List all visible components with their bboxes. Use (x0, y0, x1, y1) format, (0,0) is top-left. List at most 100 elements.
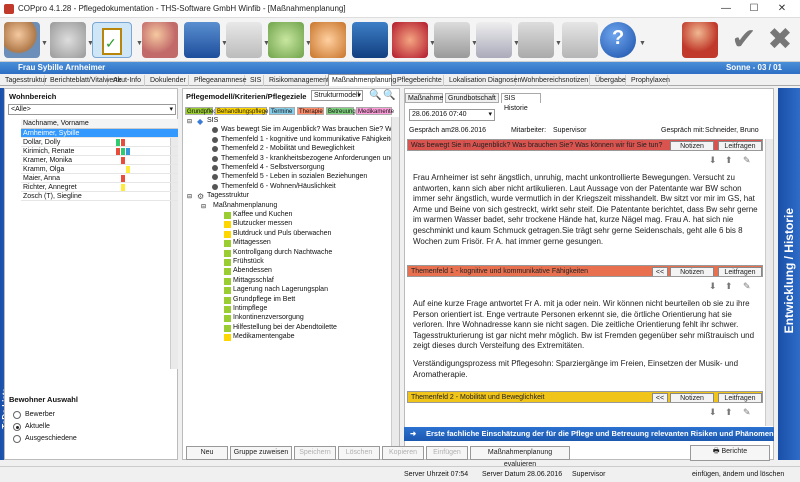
reports-button[interactable]: 🖶 Berichte (690, 445, 770, 461)
radio-bewerber[interactable] (13, 411, 21, 419)
resident-row[interactable]: Maier, Anna (21, 174, 178, 183)
tab-tagesstruktur[interactable]: Tagesstruktur (2, 75, 47, 86)
mail-icon[interactable] (562, 22, 598, 58)
tree-node-measure[interactable]: Frühstück (224, 258, 264, 266)
assign-group-button[interactable]: Gruppe zuweisen (230, 446, 292, 460)
radio-aktuelle[interactable] (13, 423, 21, 431)
food-icon[interactable] (310, 22, 346, 58)
tab-pflegeberichte[interactable]: Pflegeberichte (394, 75, 444, 86)
previous-button[interactable]: << (652, 267, 668, 276)
id-card-icon[interactable] (352, 22, 388, 58)
model-select[interactable]: Strukturmodell ▾ (311, 90, 363, 101)
new-button[interactable]: Neu (186, 446, 228, 460)
tab-wohnbereichsnotizen[interactable]: Wohnbereichsnotizen (518, 75, 590, 86)
notes-button[interactable]: Notizen (670, 267, 714, 276)
help-icon[interactable]: ? (600, 22, 636, 58)
detail-tab-2[interactable]: SIS Historie (501, 93, 541, 112)
tree-node-measure[interactable]: Lagerung nach Lagerungsplan (224, 286, 328, 295)
tree-node-measure[interactable]: Hilfestellung bei der Abendtoilette (224, 324, 337, 332)
tree-node-measure[interactable]: Abendessen (224, 267, 272, 276)
detail-tab-0[interactable]: Maßnahme (405, 93, 443, 103)
tree-node-sis-item[interactable]: Themenfeld 1 - kognitive und kommunikati… (212, 136, 391, 143)
column-header[interactable]: Nachname, Vorname (21, 119, 178, 129)
move-down-icon[interactable]: ⬇ (709, 155, 717, 166)
tab-prophylaxen[interactable]: Prophylaxen (628, 75, 670, 86)
hands-icon[interactable] (268, 22, 304, 58)
tree-scrollbar[interactable] (391, 117, 399, 459)
folder-icon[interactable] (518, 22, 554, 58)
resident-row[interactable]: Kramer, Monika (21, 156, 178, 165)
tab-akut-info[interactable]: Akut-Info (110, 75, 145, 86)
detail-tab-1[interactable]: Grundbotschaft (445, 93, 499, 103)
tree-node-measure[interactable]: Mittagessen (224, 239, 271, 248)
tab-risikomanagement[interactable]: Risikomanagement (266, 75, 329, 86)
chevron-down-icon[interactable]: ▼ (639, 40, 647, 47)
maximize-button[interactable]: ☐ (740, 1, 768, 17)
collapse-icon[interactable]: ⊟ (201, 203, 206, 210)
tree-node-measure[interactable]: Blutdruck und Puls überwachen (224, 230, 331, 238)
tab-maßnahmenplanung[interactable]: Maßnahmenplanung (328, 74, 396, 86)
confirm-check-icon[interactable]: ✔ (726, 22, 762, 58)
resident-row[interactable]: Zosch (T), Siegline (21, 192, 178, 201)
edit-icon[interactable]: ✎ (743, 407, 751, 418)
history-strip[interactable]: Entwicklung / Historie (778, 88, 800, 460)
cancel-x-icon[interactable]: ✖ (762, 22, 798, 58)
tab-sis[interactable]: SIS (247, 75, 264, 86)
tree-node-measure[interactable]: Blutzucker messen (224, 220, 292, 229)
resident-row[interactable]: Richter, Annegret (21, 183, 178, 192)
tree-node-measure[interactable]: Mittagsschlaf (224, 277, 274, 285)
tree-node-measure[interactable]: Kontrollgang durch Nachtwache (224, 249, 332, 257)
tree-node-measure[interactable]: Kaffee und Kuchen (224, 211, 292, 219)
tree-node-sis-item[interactable]: Themenfeld 6 - Wohnen/Häuslichkeit (212, 183, 336, 190)
minimize-button[interactable]: — (712, 1, 740, 17)
risk-assessment-bar[interactable]: ➜ Erste fachliche Einschätzung der für d… (404, 427, 774, 441)
move-up-icon[interactable]: ⬆ (725, 281, 733, 292)
guide-questions-button[interactable]: Leitfragen (718, 267, 762, 276)
tree-node-sis-item[interactable]: Themenfeld 2 - Mobilität und Beweglichke… (212, 145, 354, 153)
save-button[interactable]: Speichern (294, 446, 336, 460)
printer-icon[interactable] (434, 22, 470, 58)
edit-icon[interactable]: ✎ (743, 155, 751, 166)
tree-node-massnahmenplanung[interactable]: Maßnahmenplanung (213, 202, 277, 209)
clipboard-check-icon[interactable]: ✓ (92, 22, 132, 58)
guide-questions-button[interactable]: Leitfragen (718, 141, 762, 150)
tab-übergabe[interactable]: Übergabe (592, 75, 626, 86)
collapse-icon[interactable]: ⊟ (187, 118, 192, 125)
tree-node-sis[interactable]: SIS (207, 117, 218, 124)
tab-pflegeanamnese[interactable]: Pflegeanamnese (191, 75, 247, 86)
tree-node-measure[interactable]: Grundpflege im Bett (224, 296, 295, 304)
date-select[interactable]: 28.06.2016 07:40 ▾ (409, 109, 495, 121)
house-icon[interactable] (392, 22, 428, 58)
tree-node-measure[interactable]: Medikamentengabe (224, 333, 295, 342)
tree-node-sis-item[interactable]: Themenfeld 5 - Leben in sozialen Beziehu… (212, 173, 367, 181)
tree-node-sis-item[interactable]: Was bewegt Sie im Augenblick? Was brauch… (212, 126, 391, 134)
nurse-icon[interactable] (142, 22, 178, 58)
unit-select[interactable]: <Alle> ▾ (8, 104, 176, 115)
evaluate-plan-button[interactable]: Maßnahmenplanung evaluieren (470, 446, 570, 468)
stamp-icon[interactable] (476, 22, 512, 58)
close-window-button[interactable]: ✕ (768, 1, 796, 17)
move-up-icon[interactable]: ⬆ (725, 155, 733, 166)
users-icon[interactable] (4, 22, 40, 58)
previous-button[interactable]: << (652, 393, 668, 402)
tree-node-measure[interactable]: Inkontinenzversorgung (224, 314, 304, 323)
resident-row[interactable]: Arnheimer, Sybille (21, 129, 178, 138)
collapse-icon[interactable]: ⊟ (187, 193, 192, 200)
notes-button[interactable]: Notizen (670, 393, 714, 402)
guide-questions-button[interactable]: Leitfragen (718, 393, 762, 402)
chevron-down-icon[interactable]: ▼ (41, 40, 49, 47)
zoom-out-icon[interactable]: 🔍 (383, 90, 395, 101)
paste-button[interactable]: Einfügen (426, 446, 468, 460)
move-up-icon[interactable]: ⬆ (725, 407, 733, 418)
notes-button[interactable]: Notizen (670, 141, 714, 150)
logout-user-icon[interactable] (682, 22, 718, 58)
tree-node-tagesstruktur[interactable]: Tagesstruktur (207, 192, 249, 199)
delete-button[interactable]: Löschen (338, 446, 380, 460)
move-down-icon[interactable]: ⬇ (709, 281, 717, 292)
pills-icon[interactable] (50, 22, 86, 58)
move-down-icon[interactable]: ⬇ (709, 407, 717, 418)
tree-node-sis-item[interactable]: Themenfeld 4 - Selbstversorgung (212, 164, 325, 171)
tab-lokalisation-diagnosen[interactable]: Lokalisation Diagnosen (446, 75, 521, 86)
resident-row[interactable]: Kramm, Olga (21, 165, 178, 174)
medicine-jar-icon[interactable] (184, 22, 220, 58)
